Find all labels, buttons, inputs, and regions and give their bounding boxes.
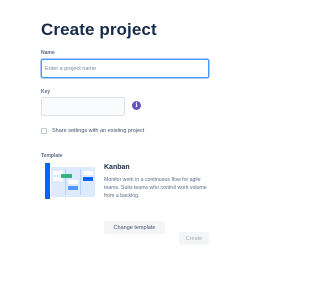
template-name: Kanban bbox=[104, 164, 130, 171]
kanban-card bbox=[68, 186, 78, 190]
share-settings-label[interactable]: Share settings with an existing project bbox=[52, 128, 144, 135]
column-divider bbox=[80, 169, 81, 195]
change-template-button[interactable]: Change template bbox=[104, 221, 165, 234]
key-input[interactable] bbox=[41, 97, 125, 116]
kanban-card bbox=[83, 177, 93, 181]
create-project-dialog: Create project Name Key i Share settings… bbox=[0, 0, 287, 300]
name-input[interactable] bbox=[41, 59, 209, 78]
share-settings-checkbox[interactable] bbox=[41, 128, 47, 134]
column-divider bbox=[65, 169, 66, 195]
name-label: Name bbox=[41, 50, 55, 56]
info-icon[interactable]: i bbox=[132, 101, 141, 110]
template-label: Template bbox=[41, 153, 63, 159]
kanban-card bbox=[83, 171, 93, 175]
board-sidebar bbox=[45, 163, 50, 199]
kanban-card-moving bbox=[61, 174, 72, 178]
kanban-template-icon bbox=[45, 163, 95, 199]
kanban-card bbox=[68, 180, 78, 184]
key-label: Key bbox=[41, 89, 51, 95]
create-button[interactable]: Create bbox=[179, 232, 209, 245]
template-description: Monitor work in a continuous flow for ag… bbox=[104, 177, 207, 199]
page-title: Create project bbox=[41, 20, 157, 39]
